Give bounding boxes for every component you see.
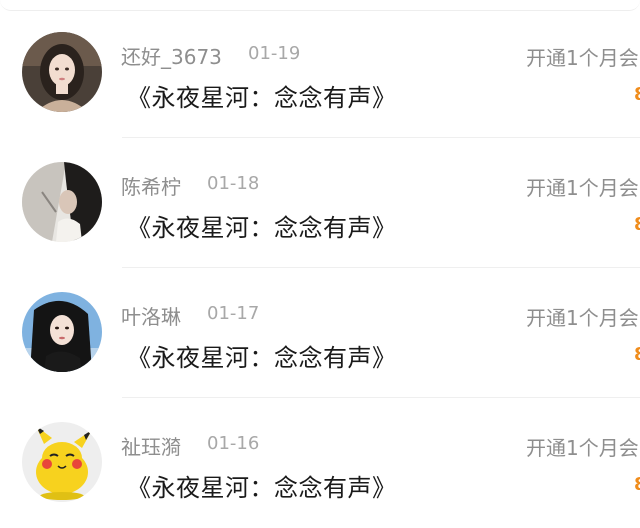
drama-title[interactable]: 《永夜星河：念念有声》 xyxy=(127,338,397,373)
amount-value: 8 xyxy=(634,474,640,490)
username[interactable]: 陈希柠 xyxy=(121,171,181,200)
drama-title[interactable]: 《永夜星河：念念有声》 xyxy=(127,468,397,503)
username[interactable]: 叶洛琳 xyxy=(121,301,181,330)
record-date: 01-18 xyxy=(207,173,260,194)
pikachu-avatar-icon[interactable] xyxy=(22,422,102,502)
amount-value: 8 xyxy=(634,344,640,360)
woman-portrait-avatar-icon[interactable] xyxy=(22,32,102,112)
membership-action: 开通1个月会 xyxy=(526,46,639,70)
dark-hair-portrait-avatar-icon[interactable] xyxy=(22,162,102,242)
membership-record-list: 还好_3673 01-19 《永夜星河：念念有声》 开通1个月会 8 陈希柠 0… xyxy=(0,8,640,528)
username[interactable]: 还好_3673 xyxy=(121,41,222,70)
list-item[interactable]: 陈希柠 01-18 《永夜星河：念念有声》 开通1个月会 8 xyxy=(0,138,640,268)
record-date: 01-19 xyxy=(248,43,301,64)
membership-action: 开通1个月会 xyxy=(526,176,639,200)
membership-action: 开通1个月会 xyxy=(526,306,639,330)
username[interactable]: 祉珏漪 xyxy=(121,431,181,460)
list-item[interactable]: 还好_3673 01-19 《永夜星河：念念有声》 开通1个月会 8 xyxy=(0,8,640,138)
amount-value: 8 xyxy=(634,214,640,230)
record-date: 01-16 xyxy=(207,433,260,454)
drama-title[interactable]: 《永夜星河：念念有声》 xyxy=(127,78,397,113)
amount-value: 8 xyxy=(634,84,640,100)
list-item[interactable]: 祉珏漪 01-16 《永夜星河：念念有声》 开通1个月会 8 xyxy=(0,398,640,528)
blue-sky-portrait-avatar-icon[interactable] xyxy=(22,292,102,372)
membership-action: 开通1个月会 xyxy=(526,436,639,460)
drama-title[interactable]: 《永夜星河：念念有声》 xyxy=(127,208,397,243)
list-item[interactable]: 叶洛琳 01-17 《永夜星河：念念有声》 开通1个月会 8 xyxy=(0,268,640,398)
record-date: 01-17 xyxy=(207,303,260,324)
